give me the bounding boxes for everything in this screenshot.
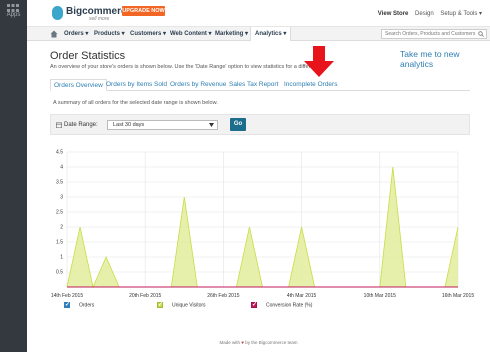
x-tick-label: 20th Feb 2015 bbox=[129, 293, 161, 299]
x-tick-label: 16th Mar 2015 bbox=[442, 293, 474, 299]
legend-conversion-rate-checkbox[interactable]: ✓ bbox=[251, 302, 257, 308]
footer-suffix: by the Bigcommerce team bbox=[245, 340, 298, 345]
check-icon: ✓ bbox=[65, 302, 71, 308]
order-statistics-chart: 0.5 1 1.5 2 2.5 3 3.5 4 4.5 14th Feb 2015 20th Fe… bbox=[51, 150, 474, 299]
y-tick-label: 4 bbox=[60, 165, 63, 171]
check-icon: ✓ bbox=[252, 302, 258, 308]
x-tick-label: 14th Feb 2015 bbox=[51, 293, 83, 299]
x-tick-label: 10th Mar 2015 bbox=[364, 293, 396, 299]
legend-unique-visitors[interactable]: ✓ Unique Visitors bbox=[157, 302, 206, 308]
y-tick-label: 3.5 bbox=[56, 180, 63, 186]
legend-unique-visitors-label: Unique Visitors bbox=[172, 302, 206, 309]
x-tick-label: 4th Mar 2015 bbox=[287, 293, 317, 299]
y-tick-label: 3 bbox=[60, 195, 63, 201]
y-tick-label: 1.5 bbox=[56, 240, 63, 246]
heart-icon: ♥ bbox=[241, 340, 244, 345]
legend-unique-visitors-checkbox[interactable]: ✓ bbox=[157, 302, 163, 308]
y-tick-label: 4.5 bbox=[56, 150, 63, 156]
legend-orders[interactable]: ✓ Orders bbox=[64, 302, 94, 308]
y-tick-label: 2 bbox=[60, 225, 63, 231]
check-icon: ✓ bbox=[158, 302, 164, 308]
y-tick-label: 1 bbox=[60, 255, 63, 261]
legend-conversion-rate-label: Conversion Rate (%) bbox=[266, 302, 313, 309]
y-tick-label: 2.5 bbox=[56, 210, 63, 216]
x-tick-label: 26th Feb 2015 bbox=[207, 293, 239, 299]
footer-prefix: Made with bbox=[219, 340, 241, 345]
legend-orders-checkbox[interactable]: ✓ bbox=[64, 302, 70, 308]
legend-orders-label: Orders bbox=[79, 302, 95, 309]
legend-conversion-rate[interactable]: ✓ Conversion Rate (%) bbox=[251, 302, 312, 308]
y-tick-label: 0.5 bbox=[56, 270, 63, 276]
footer: Made with ♥ by the Bigcommerce team bbox=[0, 340, 490, 345]
